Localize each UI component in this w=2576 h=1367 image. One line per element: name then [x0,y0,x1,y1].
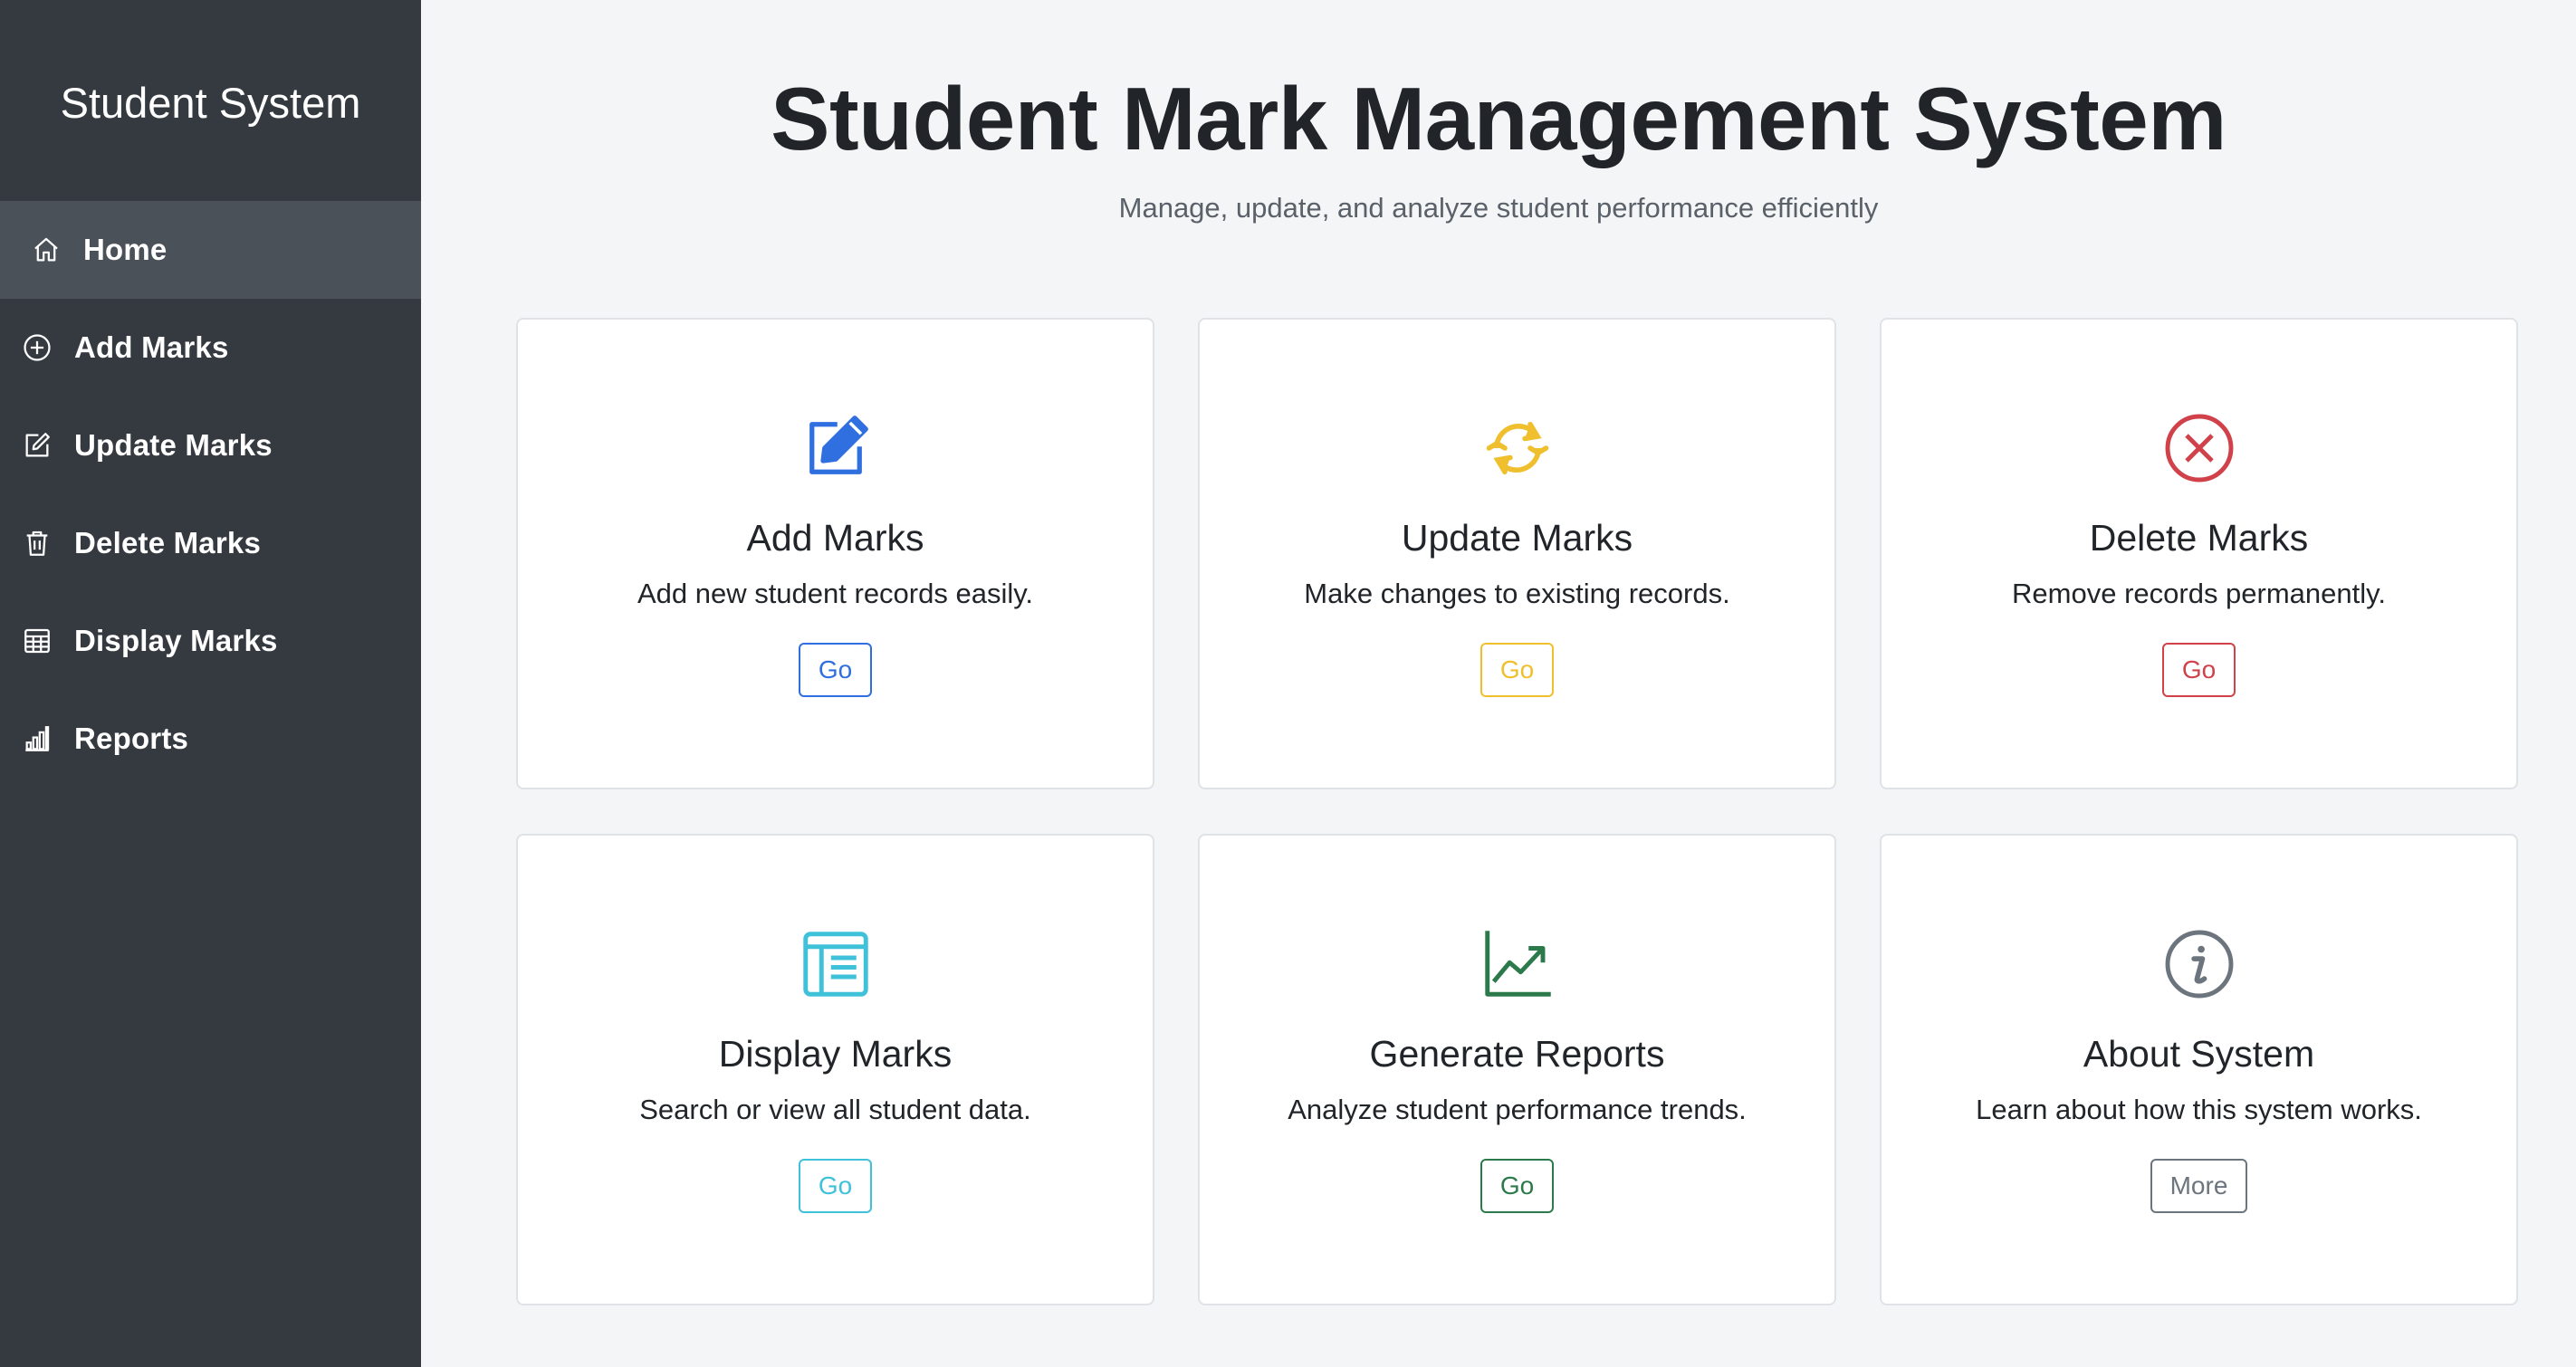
main-content: Student Mark Management System Manage, u… [421,0,2576,1367]
sidebar-item-label: Add Marks [74,330,229,364]
pencil-square-icon [798,410,874,486]
list-layout-icon [798,926,874,1002]
update-marks-go-button[interactable]: Go [1480,643,1555,697]
card-about-system: About System Learn about how this system… [1880,834,2518,1305]
edit-icon [22,430,53,461]
card-update-marks: Update Marks Make changes to existing re… [1198,318,1836,789]
card-grid: Add Marks Add new student records easily… [516,318,2518,1305]
generate-reports-go-button[interactable]: Go [1480,1159,1555,1213]
card-title: About System [2083,1033,2315,1075]
table-icon [22,626,53,656]
sidebar-item-label: Display Marks [74,624,278,657]
sidebar-item-label: Update Marks [74,428,273,462]
delete-marks-go-button[interactable]: Go [2161,643,2236,697]
page-subtitle: Manage, update, and analyze student perf… [1118,192,1879,224]
card-text: Analyze student performance trends. [1288,1094,1747,1125]
card-title: Add Marks [746,517,924,559]
refresh-icon [1480,410,1556,486]
card-display-marks: Display Marks Search or view all student… [516,834,1154,1305]
card-text: Search or view all student data. [639,1094,1031,1125]
sidebar-item-label: Delete Marks [74,526,262,559]
sidebar-item-reports[interactable]: Reports [0,690,421,788]
sidebar-item-label: Home [83,233,168,266]
sidebar-item-update-marks[interactable]: Update Marks [0,397,421,494]
app-root: Student System Home Add Marks Update Mar… [0,0,2576,1367]
add-marks-go-button[interactable]: Go [798,643,873,697]
sidebar-item-add-marks[interactable]: Add Marks [0,299,421,397]
trend-chart-icon [1480,926,1556,1002]
sidebar-brand[interactable]: Student System [0,0,421,201]
page-title: Student Mark Management System [771,69,2226,168]
card-title: Display Marks [718,1033,953,1075]
plus-circle-icon [22,332,53,363]
card-generate-reports: Generate Reports Analyze student perform… [1198,834,1836,1305]
trash-icon [22,528,53,559]
display-marks-go-button[interactable]: Go [798,1159,873,1213]
card-text: Add new student records easily. [637,578,1034,609]
card-text: Make changes to existing records. [1304,578,1730,609]
card-title: Delete Marks [2089,517,2309,559]
card-text: Learn about how this system works. [1976,1094,2422,1125]
sidebar-item-display-marks[interactable]: Display Marks [0,592,421,690]
card-delete-marks: Delete Marks Remove records permanently.… [1880,318,2518,789]
about-system-more-button[interactable]: More [2150,1159,2248,1213]
bar-chart-icon [22,723,53,754]
sidebar-item-label: Reports [74,722,189,755]
card-text: Remove records permanently. [2012,578,2386,609]
card-title: Generate Reports [1369,1033,1665,1075]
sidebar-item-home[interactable]: Home [0,201,421,299]
sidebar-item-delete-marks[interactable]: Delete Marks [0,494,421,592]
sidebar: Student System Home Add Marks Update Mar… [0,0,421,1367]
home-icon [31,234,62,265]
card-title: Update Marks [1401,517,1633,559]
card-add-marks: Add Marks Add new student records easily… [516,318,1154,789]
x-circle-icon [2161,410,2237,486]
info-circle-icon [2161,926,2237,1002]
